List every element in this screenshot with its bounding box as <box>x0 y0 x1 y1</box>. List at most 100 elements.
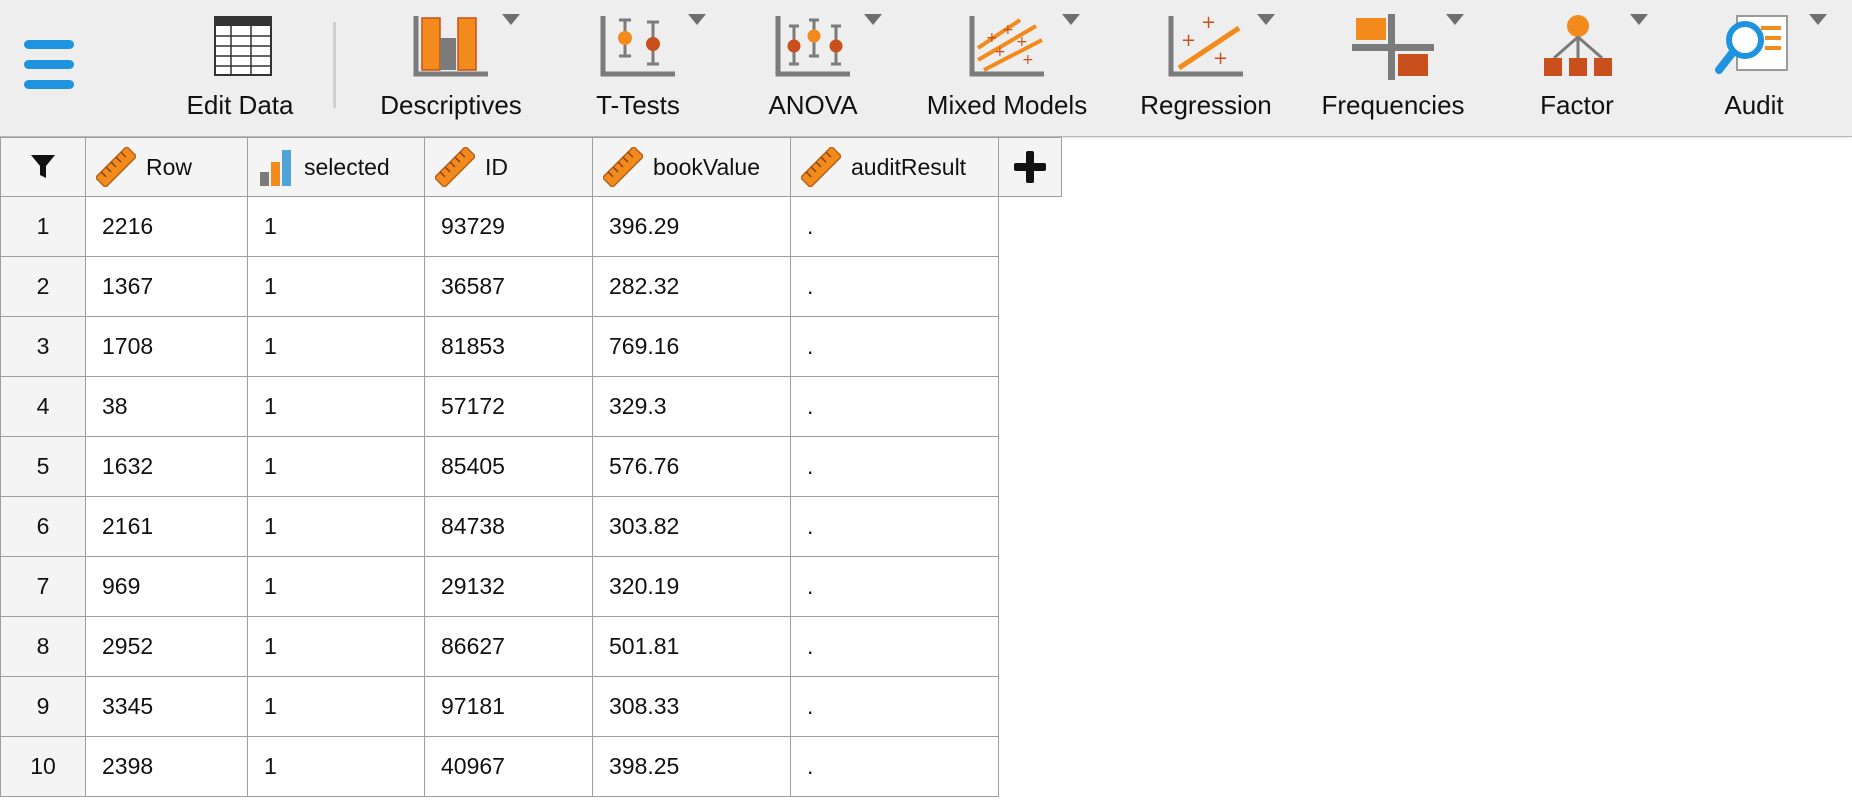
table-cell[interactable]: 29132 <box>424 556 593 617</box>
table-cell[interactable]: 1 <box>247 556 425 617</box>
svg-text:+: + <box>1181 30 1196 51</box>
table-cell[interactable]: 3345 <box>85 676 248 737</box>
table-cell[interactable]: . <box>790 736 999 797</box>
svg-text:+: + <box>1002 22 1014 38</box>
frequencies-button[interactable]: Frequencies <box>1308 8 1478 128</box>
filter-toggle[interactable] <box>0 137 86 197</box>
table-cell[interactable]: 1 <box>247 376 425 437</box>
table-cell[interactable]: 2161 <box>85 496 248 557</box>
column-header-selected[interactable]: selected <box>247 137 425 197</box>
table-cell[interactable]: 1 <box>247 676 425 737</box>
table-cell[interactable]: 1708 <box>85 316 248 377</box>
row-number[interactable]: 7 <box>0 556 86 617</box>
factor-label: Factor <box>1540 90 1614 120</box>
column-header-auditresult[interactable]: auditResult <box>790 137 999 197</box>
row-number[interactable]: 10 <box>0 736 86 797</box>
edit-data-button[interactable]: Edit Data <box>155 8 325 128</box>
mixed-models-icon: + + + + + <box>969 16 1044 77</box>
table-cell[interactable]: 1 <box>247 436 425 497</box>
t-tests-button[interactable]: T-Tests <box>553 8 723 128</box>
svg-text:+: + <box>1213 48 1228 69</box>
table-cell[interactable]: . <box>790 436 999 497</box>
table-cell[interactable]: 1 <box>247 736 425 797</box>
table-cell[interactable]: 1632 <box>85 436 248 497</box>
table-cell[interactable]: 85405 <box>424 436 593 497</box>
table-cell[interactable]: 501.81 <box>592 616 791 677</box>
hamburger-menu-icon[interactable] <box>22 38 76 92</box>
factor-button[interactable]: Factor <box>1492 8 1662 128</box>
data-grid: Row selected ID bookValue auditResult 1 … <box>0 137 999 797</box>
row-number[interactable]: 9 <box>0 676 86 737</box>
table-cell[interactable]: 2216 <box>85 196 248 257</box>
table-cell[interactable]: 84738 <box>424 496 593 557</box>
row-number[interactable]: 3 <box>0 316 86 377</box>
regression-button[interactable]: + + + Regression <box>1121 8 1291 128</box>
table-cell[interactable]: 282.32 <box>592 256 791 317</box>
frequencies-dropdown-icon[interactable] <box>1446 14 1464 25</box>
anova-button[interactable]: ANOVA <box>728 8 898 128</box>
audit-button[interactable]: Audit <box>1669 8 1839 128</box>
table-cell[interactable]: 86627 <box>424 616 593 677</box>
anova-dropdown-icon[interactable] <box>864 14 882 25</box>
table-cell[interactable]: 38 <box>85 376 248 437</box>
table-cell[interactable]: 303.82 <box>592 496 791 557</box>
table-cell[interactable]: 308.33 <box>592 676 791 737</box>
regression-label: Regression <box>1140 90 1272 120</box>
table-cell[interactable]: 576.76 <box>592 436 791 497</box>
svg-text:+: + <box>1016 34 1028 50</box>
row-number[interactable]: 5 <box>0 436 86 497</box>
row-number[interactable]: 1 <box>0 196 86 257</box>
table-cell[interactable]: 320.19 <box>592 556 791 617</box>
table-cell[interactable]: 1367 <box>85 256 248 317</box>
row-number[interactable]: 4 <box>0 376 86 437</box>
column-header-row[interactable]: Row <box>85 137 248 197</box>
table-cell[interactable]: 40967 <box>424 736 593 797</box>
t-tests-dropdown-icon[interactable] <box>688 14 706 25</box>
table-cell[interactable]: 57172 <box>424 376 593 437</box>
row-number[interactable]: 8 <box>0 616 86 677</box>
table-cell[interactable]: 97181 <box>424 676 593 737</box>
mixed-models-dropdown-icon[interactable] <box>1062 14 1080 25</box>
regression-dropdown-icon[interactable] <box>1257 14 1275 25</box>
audit-dropdown-icon[interactable] <box>1809 14 1827 25</box>
table-cell[interactable]: . <box>790 196 999 257</box>
table-cell[interactable]: 81853 <box>424 316 593 377</box>
table-cell[interactable]: 398.25 <box>592 736 791 797</box>
column-header-bookvalue[interactable]: bookValue <box>592 137 791 197</box>
table-cell[interactable]: 769.16 <box>592 316 791 377</box>
descriptives-dropdown-icon[interactable] <box>502 14 520 25</box>
audit-icon <box>1715 15 1788 74</box>
table-cell[interactable]: 396.29 <box>592 196 791 257</box>
table-cell[interactable]: 969 <box>85 556 248 617</box>
table-cell[interactable]: 1 <box>247 496 425 557</box>
table-cell[interactable]: . <box>790 556 999 617</box>
column-header-id[interactable]: ID <box>424 137 593 197</box>
row-number[interactable]: 2 <box>0 256 86 317</box>
mixed-models-button[interactable]: + + + + + Mixed Models <box>922 8 1092 128</box>
table-cell[interactable]: 1 <box>247 316 425 377</box>
table-cell[interactable]: 2952 <box>85 616 248 677</box>
table-cell[interactable]: 36587 <box>424 256 593 317</box>
table-cell[interactable]: . <box>790 676 999 737</box>
table-cell[interactable]: . <box>790 616 999 677</box>
table-row: 7 969 1 29132 320.19. <box>0 556 999 617</box>
table-cell[interactable]: . <box>790 316 999 377</box>
column-name: Row <box>146 153 193 180</box>
add-column-button[interactable] <box>999 137 1062 197</box>
table-cell[interactable]: . <box>790 376 999 437</box>
table-cell[interactable]: 1 <box>247 616 425 677</box>
scale-ruler-icon <box>603 147 643 187</box>
table-cell[interactable]: 2398 <box>85 736 248 797</box>
factor-dropdown-icon[interactable] <box>1630 14 1648 25</box>
table-row: 4 38 1 57172 329.3. <box>0 376 999 437</box>
table-cell[interactable]: 1 <box>247 256 425 317</box>
descriptives-button[interactable]: Descriptives <box>366 8 536 128</box>
table-cell[interactable]: . <box>790 256 999 317</box>
t-tests-label: T-Tests <box>596 90 680 120</box>
table-cell[interactable]: . <box>790 496 999 557</box>
row-number[interactable]: 6 <box>0 496 86 557</box>
mixed-models-label: Mixed Models <box>926 90 1088 120</box>
table-cell[interactable]: 329.3 <box>592 376 791 437</box>
table-cell[interactable]: 1 <box>247 196 425 257</box>
table-cell[interactable]: 93729 <box>424 196 593 257</box>
